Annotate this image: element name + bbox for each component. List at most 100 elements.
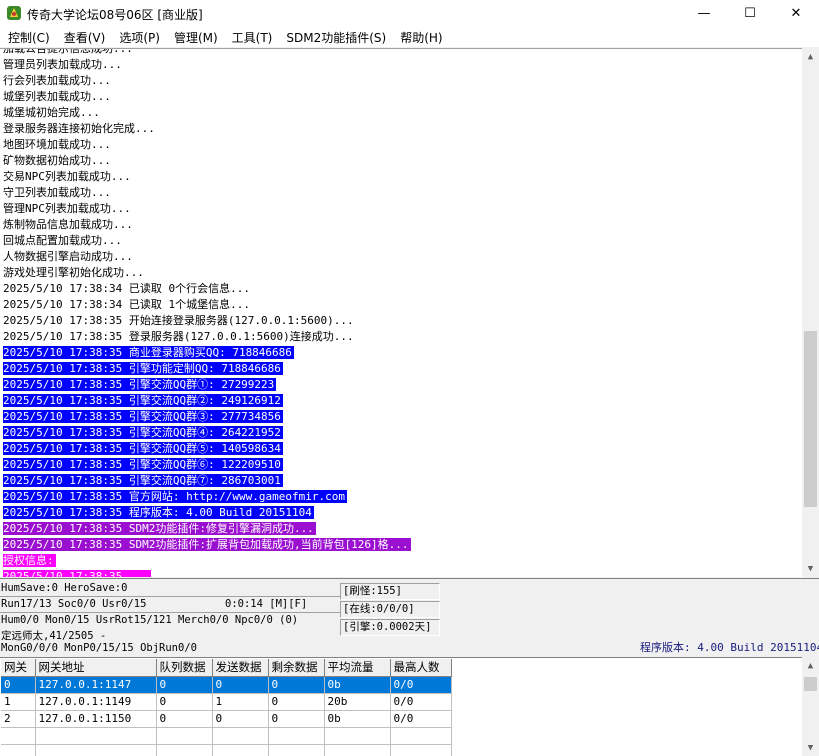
table-cell: 0: [268, 710, 325, 728]
log-line: 2025/5/10 17:38:35 SDM2功能插件:修复引擎漏洞成功...: [3, 521, 798, 537]
menu-manage[interactable]: 管理(M): [167, 29, 225, 46]
log-line: 2025/5/10 17:38:35 引擎交流QQ群①: 27299223: [3, 377, 798, 393]
table-cell: 0b: [324, 710, 391, 728]
log-line-text: 2025/5/10 17:38:35 引擎交流QQ群④: 264221952: [3, 426, 283, 439]
status-panel: HumSave:0 HeroSave:0 Run17/13 Soc0/0 Usr…: [0, 578, 819, 656]
table-row[interactable]: 1 127.0.0.1:1149 0 1 0 20b 0/0: [1, 693, 452, 711]
scroll-down-icon[interactable]: ▼: [802, 560, 819, 577]
table-cell: 0b: [324, 676, 391, 694]
gateway-grid[interactable]: 网关 网关地址 队列数据 发送数据 剩余数据 平均流量 最高人数 0 127.0.…: [0, 657, 819, 756]
col-remaining-data[interactable]: 剩余数据: [268, 659, 325, 677]
log-line-text: 2025/5/10 17:38:35 登录服务器(127.0.0.1:5600)…: [3, 330, 354, 343]
scroll-down-icon[interactable]: ▼: [802, 739, 819, 756]
log-line-text: 加载公告提示信息成功...: [3, 48, 133, 55]
menu-options[interactable]: 选项(P): [112, 29, 167, 46]
scroll-up-icon[interactable]: ▲: [802, 657, 819, 674]
status-engine: [引擎:0.0002天]: [340, 619, 440, 636]
close-icon: ✕: [790, 6, 802, 21]
table-cell: [390, 744, 452, 756]
log-line-text: 城堡城初始完成...: [3, 106, 100, 119]
table-cell: [212, 727, 269, 745]
log-line-text: 管理员列表加载成功...: [3, 58, 122, 71]
log-line-text: 2025/5/10 17:38:35 商业登录器购买QQ: 718846686: [3, 346, 294, 359]
log-line-text: 守卫列表加载成功...: [3, 186, 111, 199]
table-cell: 127.0.0.1:1149: [35, 693, 157, 711]
col-average-flow[interactable]: 平均流量: [324, 659, 391, 677]
log-scrollbar[interactable]: ▲ ▼: [802, 48, 819, 577]
table-cell: [324, 744, 391, 756]
table-cell: [268, 744, 325, 756]
menu-view[interactable]: 查看(V): [57, 29, 113, 46]
col-max-users[interactable]: 最高人数: [390, 659, 452, 677]
close-button[interactable]: ✕: [773, 0, 819, 27]
log-line: 管理NPC列表加载成功...: [3, 201, 798, 217]
empty-row: [1, 727, 452, 745]
status-monster: 定远师太,41/2505 -: [1, 630, 107, 642]
log-line: 2025/5/10 17:38:35 SDM2功能插件:扩展背包加载成功,当前背…: [3, 537, 798, 553]
col-gateway[interactable]: 网关: [1, 659, 36, 677]
menu-sdm2-plugin[interactable]: SDM2功能插件(S): [279, 29, 393, 46]
status-online: [在线:0/0/0]: [340, 601, 440, 618]
scroll-up-icon[interactable]: ▲: [802, 48, 819, 65]
status-uptime: 0:0:14 [M][F]: [225, 598, 308, 610]
log-line-text: 2025/5/10 17:38:35 引擎交流QQ群⑦: 286703001: [3, 474, 283, 487]
empty-row: [1, 744, 452, 756]
log-line: 交易NPC列表加载成功...: [3, 169, 798, 185]
table-cell: [1, 727, 36, 745]
table-cell: 0/0: [390, 693, 452, 711]
table-cell: 0: [212, 710, 269, 728]
log-line: 行会列表加载成功...: [3, 73, 798, 89]
log-line-text: 回城点配置加载成功...: [3, 234, 122, 247]
menu-tools[interactable]: 工具(T): [225, 29, 280, 46]
col-send-data[interactable]: 发送数据: [212, 659, 269, 677]
menu-help[interactable]: 帮助(H): [393, 29, 449, 46]
table-cell: 2: [1, 710, 36, 728]
log-line-text: 城堡列表加载成功...: [3, 90, 111, 103]
table-cell: 1: [212, 693, 269, 711]
grid-scroll-thumb[interactable]: [804, 677, 817, 691]
log-line-text: 2025/5/10 17:38:34 已读取 0个行会信息...: [3, 282, 250, 295]
table-cell: 1: [1, 693, 36, 711]
table-cell: [35, 727, 157, 745]
col-queue-data[interactable]: 队列数据: [156, 659, 213, 677]
log-line-text: 行会列表加载成功...: [3, 74, 111, 87]
menu-control[interactable]: 控制(C): [1, 29, 57, 46]
log-line: 2025/5/10 17:38:35 引擎交流QQ群④: 264221952: [3, 425, 798, 441]
log-line-text: 管理NPC列表加载成功...: [3, 202, 131, 215]
maximize-button[interactable]: ☐: [727, 0, 773, 27]
table-cell: 0: [156, 693, 213, 711]
log-line: 2025/5/10 17:38:35 引擎交流QQ群⑥: 122209510: [3, 457, 798, 473]
log-line: 2025/5/10 17:38:35 引擎交流QQ群⑦: 286703001: [3, 473, 798, 489]
log-line-text: 2025/5/10 17:38:35 开始连接登录服务器(127.0.0.1:5…: [3, 314, 354, 327]
log-line: 2025/5/10 17:38:35 程序版本: 4.00 Build 2015…: [3, 505, 798, 521]
log-line: 2025/5/10 17:38:35 商业登录器购买QQ: 718846686: [3, 345, 798, 361]
log-line: 登录服务器连接初始化完成...: [3, 121, 798, 137]
table-cell: 0: [156, 676, 213, 694]
log-line: 2025/5/10 17:38:35 引擎交流QQ群②: 249126912: [3, 393, 798, 409]
log-scroll-thumb[interactable]: [804, 331, 817, 507]
minimize-icon: —: [697, 6, 711, 21]
col-gateway-address[interactable]: 网关地址: [35, 659, 157, 677]
table-row[interactable]: 2 127.0.0.1:1150 0 0 0 0b 0/0: [1, 710, 452, 728]
log-line-text: 授权信息:: [3, 554, 56, 567]
log-line: 2025/5/10 17:38:34 已读取 0个行会信息...: [3, 281, 798, 297]
table-cell: 0: [1, 676, 36, 694]
table-cell: [390, 727, 452, 745]
grid-scrollbar[interactable]: ▲ ▼: [802, 657, 819, 756]
status-refresh-monster: [刷怪:155]: [340, 583, 440, 600]
log-line: 城堡城初始完成...: [3, 105, 798, 121]
gateway-table: 网关 网关地址 队列数据 发送数据 剩余数据 平均流量 最高人数 0 127.0.…: [1, 659, 452, 756]
log-line-text: 游戏处理引擎初始化成功...: [3, 266, 144, 279]
log-line: 2025/5/10 17:38:35 引擎交流QQ群③: 277734856: [3, 409, 798, 425]
log-line: 2025/5/10 17:38:35 引擎功能定制QQ: 718846686: [3, 361, 798, 377]
minimize-button[interactable]: —: [681, 0, 727, 27]
log-line-text: 2025/5/10 17:38:35 程序版本: 4.00 Build 2015…: [3, 506, 314, 519]
table-row[interactable]: 0 127.0.0.1:1147 0 0 0 0b 0/0: [1, 676, 452, 694]
log-line: 2025/5/10 17:38:35 登录服务器(127.0.0.1:5600)…: [3, 329, 798, 345]
log-line-text: 2025/5/10 17:38:35 引擎交流QQ群⑤: 140598634: [3, 442, 283, 455]
table-cell: 0: [268, 676, 325, 694]
log-panel[interactable]: 加载公告提示信息成功... 管理员列表加载成功... 行会列表加载成功... 城堡列表…: [0, 48, 819, 577]
status-save: HumSave:0 HeroSave:0: [1, 582, 128, 594]
status-mong: MonG0/0/0 MonP0/15/15 ObjRun0/0: [1, 642, 197, 654]
table-cell: 0: [212, 676, 269, 694]
